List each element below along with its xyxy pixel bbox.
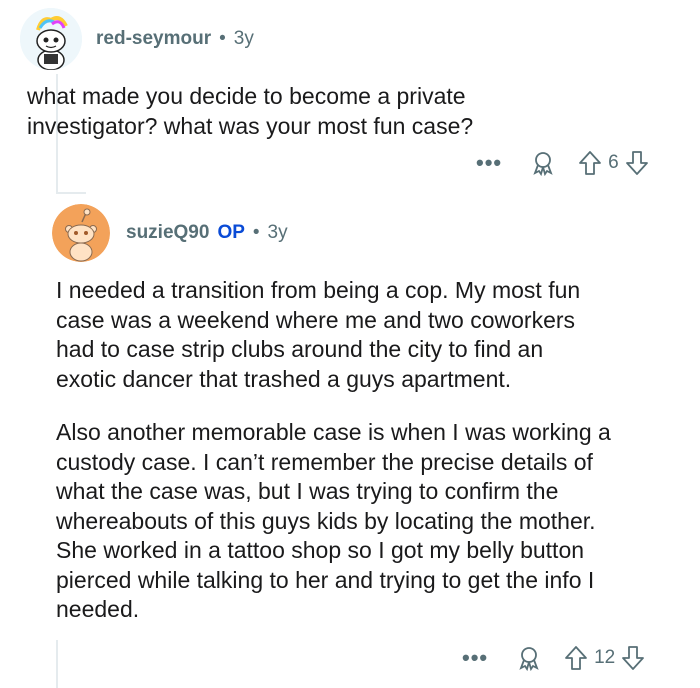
downvote-arrow-icon[interactable] — [621, 645, 645, 671]
reply-header: suzieQ90 OP • 3y — [52, 204, 288, 262]
reply-text-line: She worked in a tattoo shop so I got my … — [56, 537, 585, 563]
reply-author[interactable]: suzieQ90 — [126, 222, 209, 244]
reply-text-line: needed. — [56, 596, 140, 622]
meta-separator: • — [219, 28, 226, 49]
award-icon[interactable] — [530, 150, 556, 176]
downvote-arrow-icon[interactable] — [625, 150, 649, 176]
reply-text-line: pierced while talking to her and trying … — [56, 566, 595, 593]
reply-text-line: had to case strip clubs around the city … — [56, 336, 544, 362]
snoo-avatar-icon[interactable] — [20, 8, 82, 70]
upvote-arrow-icon[interactable] — [564, 645, 588, 671]
vote-count: 12 — [594, 647, 616, 668]
upvote-arrow-icon[interactable] — [578, 150, 602, 176]
reply-text-line: I needed a transition from being a cop. … — [56, 277, 581, 303]
reply-body: I needed a transition from being a cop. … — [56, 276, 692, 625]
meta-separator: • — [252, 222, 260, 243]
op-badge: OP — [217, 222, 245, 243]
comment-actions: ••• 6 — [476, 150, 649, 176]
reply-paragraph: Also another memorable case is when I wa… — [56, 418, 692, 625]
award-icon[interactable] — [516, 645, 542, 671]
reply-text-line: Also another memorable case is when I wa… — [56, 419, 611, 445]
comment-text-line: what made you decide to become a private — [27, 83, 466, 109]
reply-text-line: whereabouts of this guys kids by locatin… — [56, 507, 596, 534]
comment-text-line: investigator? what was your most fun cas… — [27, 112, 474, 139]
comment-body: what made you decide to become a private… — [27, 82, 687, 141]
reply-text-line: what the case was, but I was trying to c… — [56, 478, 559, 504]
snoo-avatar-icon[interactable] — [52, 204, 110, 262]
thread-branch — [56, 192, 86, 194]
reply-text-line: custody case. I can’t remember the preci… — [56, 448, 593, 475]
thread-line-bottom[interactable] — [56, 640, 58, 688]
more-options-button[interactable]: ••• — [462, 645, 488, 671]
reply-timestamp[interactable]: 3y — [268, 222, 288, 244]
vote-count: 6 — [608, 152, 619, 173]
reply-text-line: case was a weekend where me and two cowo… — [56, 306, 576, 333]
comment-header: red-seymour • 3y — [20, 8, 254, 70]
reply-actions: ••• 12 — [462, 645, 645, 671]
reply-text-line: exotic dancer that trashed a guys apartm… — [56, 365, 512, 392]
more-options-button[interactable]: ••• — [476, 150, 502, 176]
comment-author[interactable]: red-seymour — [96, 28, 211, 50]
reply-paragraph: I needed a transition from being a cop. … — [56, 276, 692, 394]
comment-timestamp[interactable]: 3y — [234, 28, 254, 50]
